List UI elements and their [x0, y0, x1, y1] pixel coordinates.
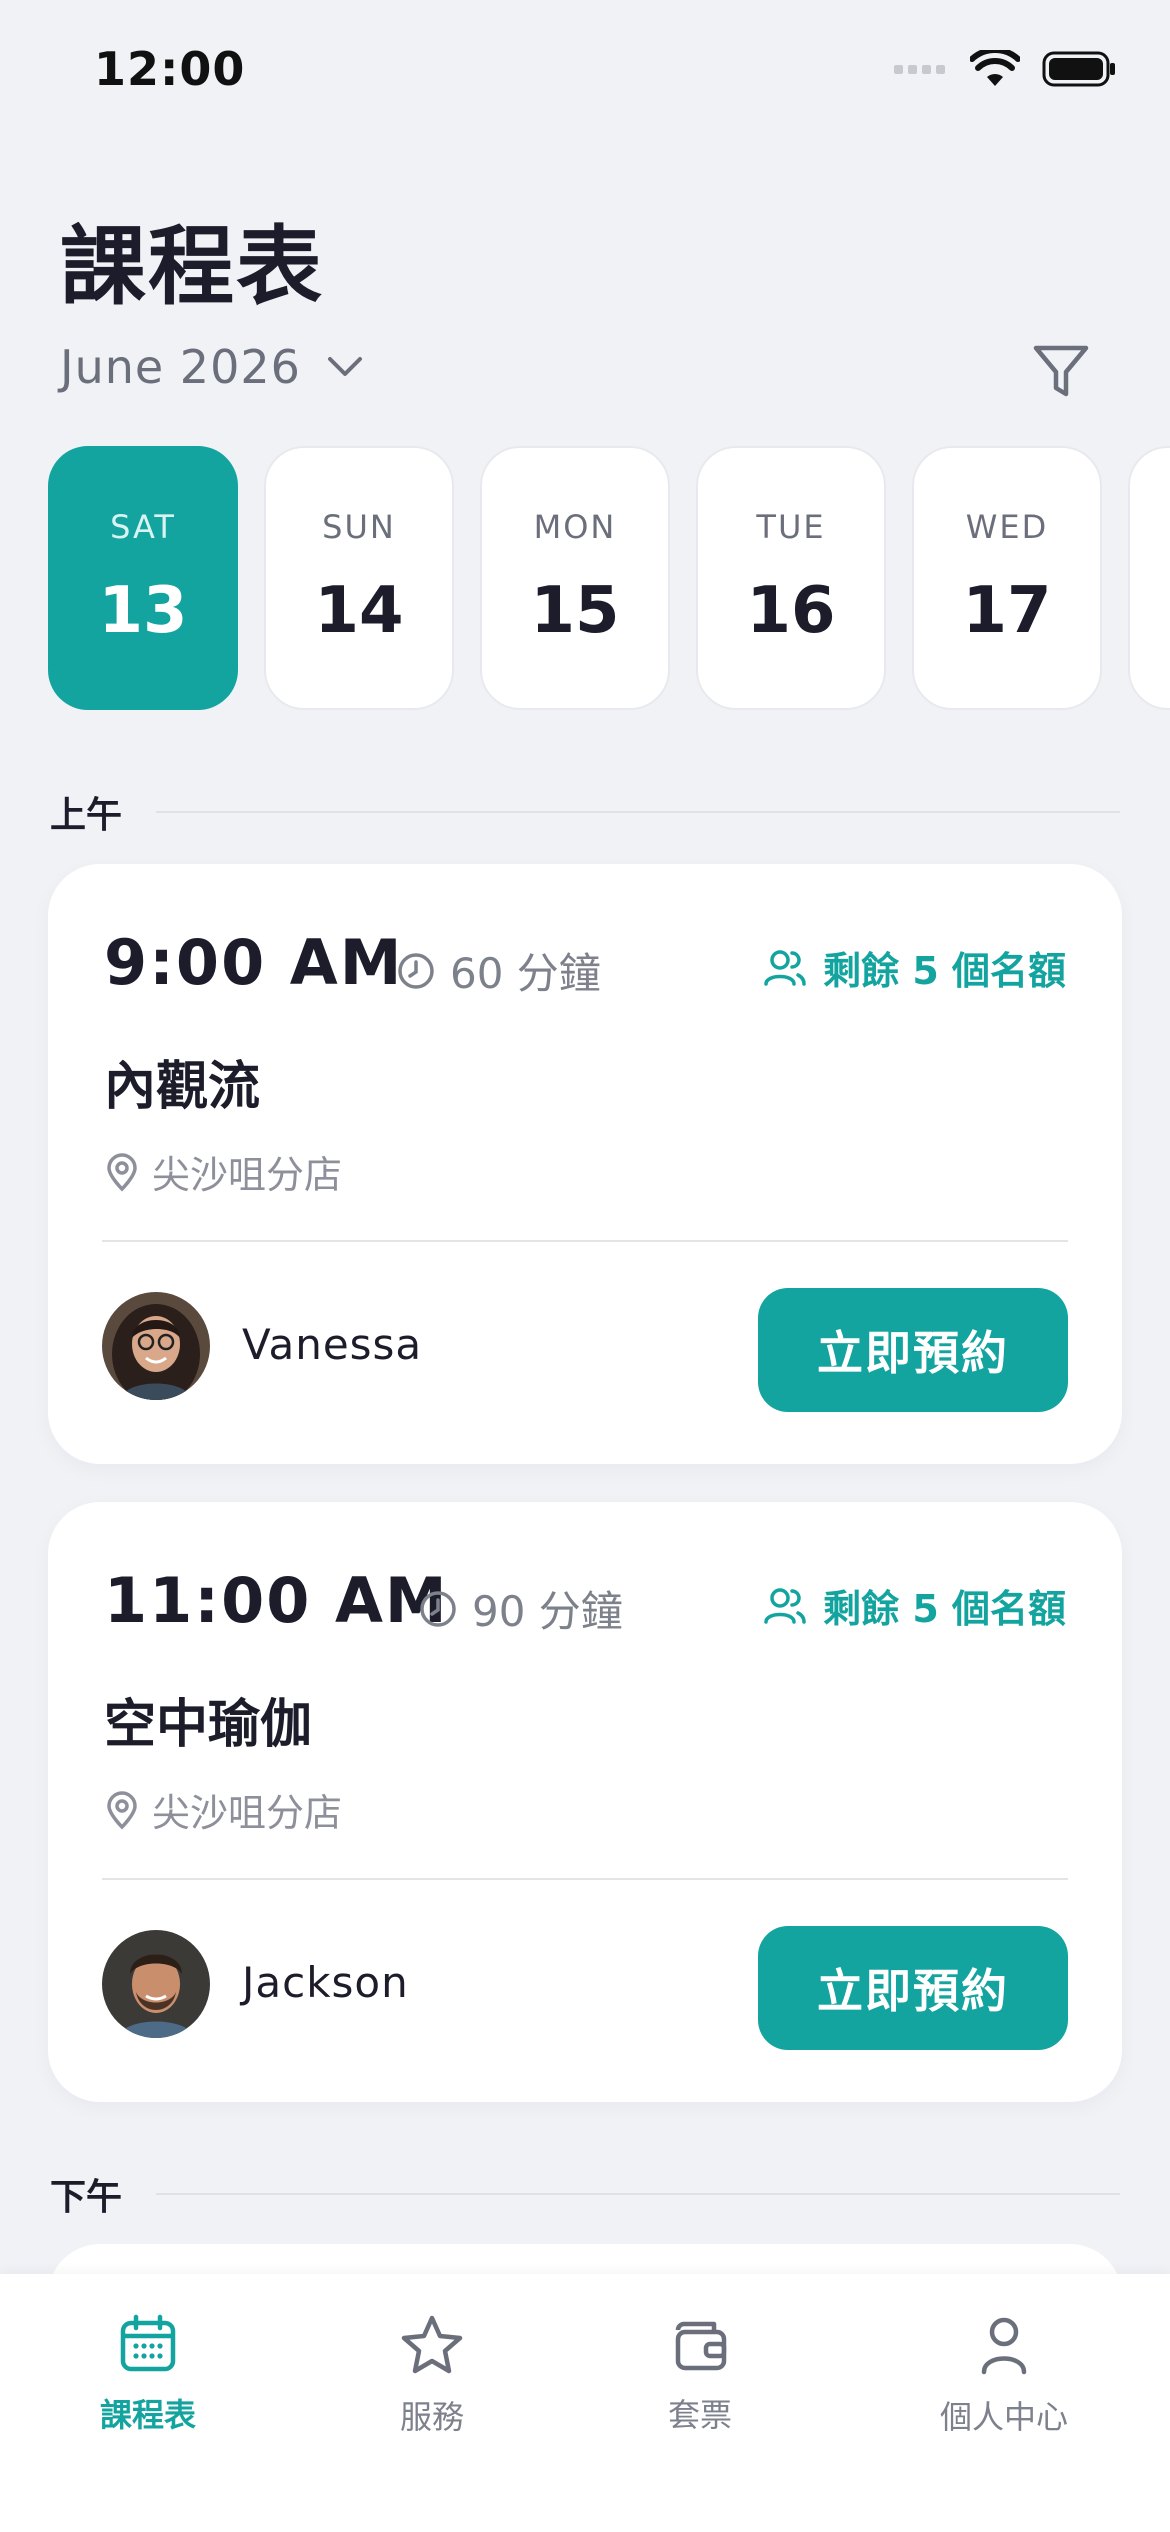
- clock-icon: [398, 952, 434, 989]
- card-divider: [102, 1878, 1068, 1880]
- class-time: 11:00 AM: [104, 1564, 449, 1637]
- class-time: 9:00 AM: [104, 926, 404, 999]
- class-card[interactable]: 9:00 AM 60 分鐘 剩餘 5 個名額 內觀流 尖沙咀分店 Vanessa…: [48, 864, 1122, 1464]
- section-header-morning: 上午: [50, 786, 1120, 838]
- spots-text: 剩餘 5 個名額: [823, 949, 1066, 993]
- page-title: 課程表: [60, 217, 324, 317]
- date-day: 13: [98, 574, 188, 648]
- teacher-name: Vanessa: [242, 1320, 423, 1369]
- date-weekday: SUN: [322, 508, 396, 546]
- tab-label: 服務: [399, 2398, 464, 2436]
- card-divider: [102, 1240, 1068, 1242]
- month-label: June 2026: [60, 340, 301, 394]
- chevron-down-icon: [327, 357, 362, 376]
- section-label: 下午: [50, 2177, 123, 2218]
- location-pin-icon: [107, 1790, 137, 1829]
- date-weekday: SAT: [110, 508, 176, 546]
- wifi-icon: [970, 50, 1020, 86]
- class-name: 內觀流: [104, 1057, 261, 1117]
- month-selector[interactable]: June 2026: [60, 340, 363, 394]
- date-day: 15: [530, 574, 620, 648]
- spots-remaining: 剩餘 5 個名額: [763, 1578, 1066, 1633]
- filter-button[interactable]: [1026, 336, 1096, 406]
- teacher-name: Jackson: [242, 1958, 409, 2007]
- date-chip-partial[interactable]: [1128, 446, 1170, 710]
- section-divider: [156, 811, 1120, 813]
- location-pin-icon: [107, 1152, 137, 1191]
- avatar: [102, 1930, 210, 2038]
- class-location: 尖沙咀分店: [104, 1782, 342, 1837]
- date-weekday: MON: [533, 508, 617, 546]
- class-location: 尖沙咀分店: [104, 1144, 342, 1199]
- status-time: 12:00: [94, 42, 246, 96]
- battery-icon: [1042, 51, 1115, 87]
- duration-text: 60 分鐘: [450, 949, 601, 998]
- date-weekday: TUE: [756, 508, 826, 546]
- class-duration: 60 分鐘: [396, 940, 601, 1001]
- date-chip[interactable]: WED 17: [912, 446, 1102, 710]
- class-duration: 90 分鐘: [418, 1578, 623, 1639]
- book-now-button[interactable]: 立即預約: [758, 1926, 1068, 2050]
- star-icon: [401, 2315, 463, 2374]
- user-icon: [981, 2317, 1027, 2375]
- tab-label: 個人中心: [939, 2398, 1068, 2436]
- calendar-icon: [120, 2314, 176, 2372]
- wallet-icon: [675, 2321, 727, 2371]
- tab-label: 課程表: [99, 2396, 196, 2434]
- spots-text: 剩餘 5 個名額: [823, 1587, 1066, 1631]
- date-day: 17: [962, 574, 1052, 648]
- date-chip[interactable]: MON 15: [480, 446, 670, 710]
- date-day: 16: [746, 574, 836, 648]
- tab-label: 套票: [667, 2396, 732, 2434]
- location-text: 尖沙咀分店: [152, 1153, 343, 1197]
- date-chip-selected[interactable]: SAT 13: [48, 446, 238, 710]
- section-label: 上午: [50, 795, 123, 836]
- date-chip[interactable]: SUN 14: [264, 446, 454, 710]
- duration-text: 90 分鐘: [472, 1587, 623, 1636]
- clock-icon: [420, 1590, 456, 1627]
- tab-services[interactable]: 服務: [332, 2314, 532, 2438]
- bottom-tab-bar: 課程表 服務 套票 個人中心: [0, 2274, 1170, 2532]
- avatar: [102, 1292, 210, 1400]
- tab-schedule[interactable]: 課程表: [48, 2314, 248, 2436]
- section-divider: [156, 2193, 1120, 2195]
- date-chip[interactable]: TUE 16: [696, 446, 886, 710]
- date-day: 14: [314, 574, 404, 648]
- spots-remaining: 剩餘 5 個名額: [763, 940, 1066, 995]
- location-text: 尖沙咀分店: [152, 1791, 343, 1835]
- filter-icon: [1033, 345, 1089, 397]
- status-bar: 12:00: [0, 0, 1170, 140]
- book-now-button[interactable]: 立即預約: [758, 1288, 1068, 1412]
- users-icon: [764, 1587, 806, 1624]
- tab-profile[interactable]: 個人中心: [904, 2314, 1104, 2438]
- date-strip[interactable]: SAT 13 SUN 14 MON 15 TUE 16 WED 17: [48, 446, 1170, 710]
- class-card[interactable]: 11:00 AM 90 分鐘 剩餘 5 個名額 空中瑜伽 尖沙咀分店 Jacks…: [48, 1502, 1122, 2102]
- tab-packages[interactable]: 套票: [600, 2314, 800, 2436]
- section-header-afternoon: 下午: [50, 2168, 1120, 2220]
- status-icons: [894, 50, 1116, 88]
- class-name: 空中瑜伽: [104, 1695, 313, 1755]
- date-weekday: WED: [965, 508, 1049, 546]
- users-icon: [764, 949, 806, 986]
- signal-icon: [894, 65, 945, 74]
